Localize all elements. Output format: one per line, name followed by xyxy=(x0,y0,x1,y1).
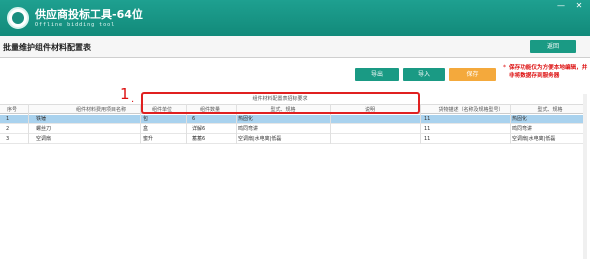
back-button[interactable]: 返回 xyxy=(530,40,576,53)
table-cell: 热固化 xyxy=(512,116,528,122)
table-cell: 3 xyxy=(6,136,10,142)
import-button[interactable]: 导入 xyxy=(403,68,445,81)
table-row[interactable]: 3 空调扇 蜜升 蓄蓄6 空调扇|水电离|低磊 11 空调扇|水电离|低磊 xyxy=(0,135,584,144)
save-notice: 保存功能仅为方便本地编辑，并非将数据存到服务器 xyxy=(509,65,588,79)
app-logo-icon xyxy=(7,7,29,29)
column-header: 序号 xyxy=(6,107,17,113)
minimize-icon[interactable]: — xyxy=(556,1,566,11)
column-divider xyxy=(420,104,421,144)
column-divider xyxy=(28,104,29,144)
table-row[interactable]: 1 铁锤 包 6 热固化 11 热固化 xyxy=(0,115,584,124)
table-cell xyxy=(340,115,400,124)
table-cell: 包 xyxy=(143,116,149,122)
title-bar: 供应商投标工具-64位 Offline bidding tool — ✕ xyxy=(0,0,590,36)
app-title: 供应商投标工具-64位 xyxy=(35,8,143,21)
column-header: 货物描述（名称及规格型号） xyxy=(438,107,504,113)
table-cell: 6 xyxy=(192,116,196,122)
table-cell: 螺丝刀 xyxy=(36,126,52,132)
table-cell: 盒 xyxy=(143,126,149,132)
table-cell: 铁锤 xyxy=(36,116,47,122)
annotation-number: 1 xyxy=(120,85,130,103)
page-header: 批量维护组件材料配置表 返回 xyxy=(0,36,590,58)
table-cell: 空调扇 xyxy=(36,136,52,142)
table-cell: 11 xyxy=(424,136,431,142)
table-cell: 11 xyxy=(424,126,431,132)
table-cell: 11 xyxy=(424,116,431,122)
column-header: 型式、规格 xyxy=(537,107,563,113)
table-cell: 鸣同弯讲 xyxy=(512,126,533,132)
table-cell: 空调扇|水电离|低磊 xyxy=(512,136,556,142)
notice-star: * xyxy=(503,64,506,71)
save-button[interactable]: 保存 xyxy=(449,68,496,81)
column-divider xyxy=(510,104,511,144)
page-title: 批量维护组件材料配置表 xyxy=(3,43,91,52)
table-cell: 空调扇|水电离|低磊 xyxy=(238,136,282,142)
annotation-box xyxy=(141,92,420,114)
table-cell: 热固化 xyxy=(238,116,254,122)
table-cell: 鸣同弯讲 xyxy=(238,126,259,132)
table-cell: 2 xyxy=(6,126,10,132)
annotation-dot: . xyxy=(131,94,135,105)
column-header: 组件材料费用项目名称 xyxy=(75,107,126,113)
vertical-scrollbar[interactable] xyxy=(583,94,587,259)
app-subtitle: Offline bidding tool xyxy=(35,22,116,28)
export-button[interactable]: 导出 xyxy=(355,68,399,81)
close-icon[interactable]: ✕ xyxy=(574,1,584,11)
table-cell xyxy=(340,125,400,134)
table-cell: 蜜升 xyxy=(143,136,154,142)
table-cell: 蓄蓄6 xyxy=(192,136,206,142)
table-cell: 详解6 xyxy=(192,126,206,132)
table-row[interactable]: 2 螺丝刀 盒 详解6 鸣同弯讲 11 鸣同弯讲 xyxy=(0,125,584,134)
table-cell xyxy=(340,135,400,144)
table-cell: 1 xyxy=(6,116,10,122)
